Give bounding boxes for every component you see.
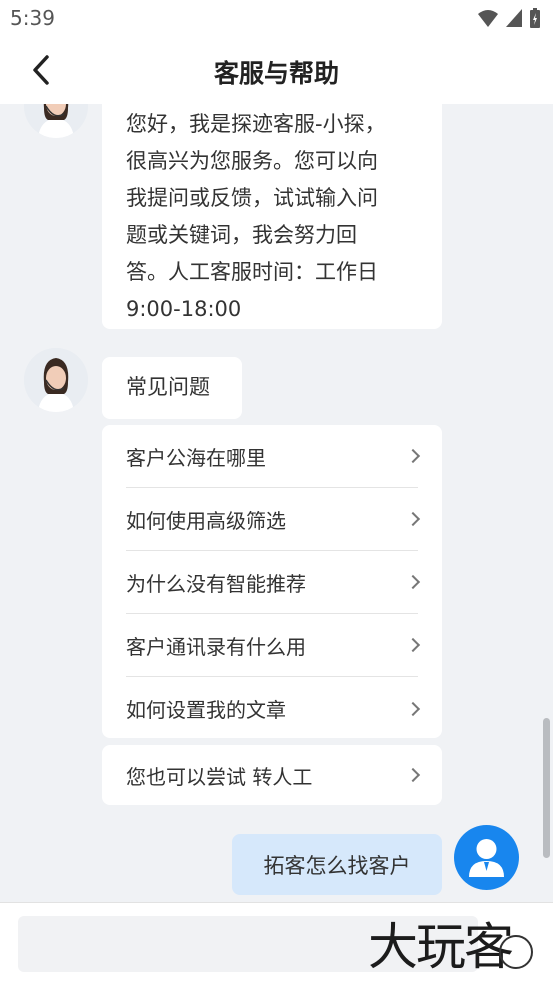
faq-title: 常见问题 [102, 357, 242, 419]
greeting-message: 您好，我是探迹客服-小探， 很高兴为您服务。您可以向 我提问或反馈，试试输入问 … [102, 104, 442, 329]
chevron-right-icon [405, 767, 421, 783]
greeting-line: 题或关键词，我会努力回 [126, 223, 357, 247]
watermark-ring-icon [499, 935, 533, 969]
user-message-text: 拓客怎么找客户 [263, 853, 411, 878]
signal-icon [506, 9, 522, 27]
faq-item-label: 如何使用高级筛选 [126, 508, 286, 533]
status-bar: 5:39 [0, 0, 553, 36]
agent-avatar [24, 104, 88, 138]
agent-avatar-image [24, 104, 88, 138]
chevron-right-icon [405, 637, 421, 653]
greeting-line: 您好，我是探迹客服-小探， [126, 112, 386, 136]
faq-item[interactable]: 如何设置我的文章 [126, 677, 421, 740]
chevron-right-icon [405, 574, 421, 590]
chevron-right-icon [405, 511, 421, 527]
faq-item-label: 客户通讯录有什么用 [126, 634, 306, 659]
faq-item[interactable]: 为什么没有智能推荐 [126, 551, 421, 614]
battery-icon [530, 8, 540, 28]
faq-item-label: 客户公海在哪里 [126, 445, 266, 470]
faq-item-label: 如何设置我的文章 [126, 698, 286, 722]
transfer-to-human-button[interactable]: 您也可以尝试 转人工 [102, 745, 442, 805]
header-bar: 客服与帮助 [0, 36, 553, 104]
agent-avatar-image [24, 348, 88, 412]
status-icons [477, 7, 541, 29]
chevron-right-icon [405, 448, 421, 464]
faq-item-label: 为什么没有智能推荐 [126, 571, 306, 596]
wifi-icon [478, 10, 498, 27]
chat-area[interactable]: 您好，我是探迹客服-小探， 很高兴为您服务。您可以向 我提问或反馈，试试输入问 … [0, 104, 553, 902]
agent-avatar [24, 348, 88, 412]
faq-item[interactable]: 客户通讯录有什么用 [126, 614, 421, 677]
greeting-line: 答。人工客服时间：工作日 [126, 260, 378, 284]
greeting-line: 很高兴为您服务。您可以向 [126, 149, 378, 173]
faq-item[interactable]: 如何使用高级筛选 [126, 488, 421, 551]
chat-scrollbar[interactable] [543, 718, 550, 858]
status-time: 5:39 [10, 6, 55, 30]
user-message: 拓客怎么找客户 [232, 834, 442, 895]
faq-list: 客户公海在哪里 如何使用高级筛选 为什么没有智能推荐 客户通讯录有什么用 如何设… [102, 425, 442, 738]
page-title: 客服与帮助 [213, 59, 339, 88]
greeting-line: 我提问或反馈，试试输入问 [126, 186, 378, 210]
input-bar: 大玩客 [0, 902, 553, 984]
user-avatar [454, 825, 519, 890]
faq-item[interactable]: 客户公海在哪里 [126, 425, 421, 488]
transfer-label: 您也可以尝试 转人工 [126, 764, 313, 789]
greeting-line: 9:00-18:00 [126, 297, 242, 321]
user-icon [469, 839, 504, 877]
watermark: 大玩客 [368, 918, 514, 976]
chevron-right-icon [405, 701, 421, 716]
